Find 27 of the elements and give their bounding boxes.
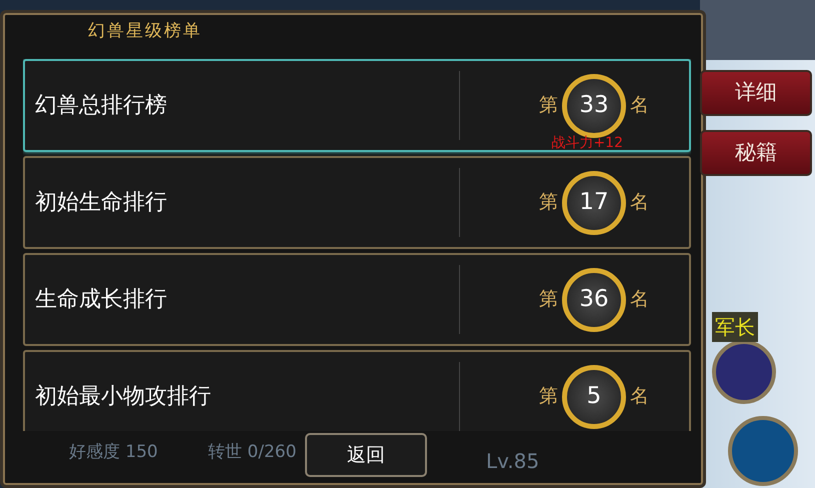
rank-suffix: 名 xyxy=(630,384,649,410)
rank-medal: 17 xyxy=(562,170,626,234)
rank-prefix: 第 xyxy=(539,287,558,312)
ranking-row[interactable]: 幻兽总排行榜 第 33 名 战斗力+12 xyxy=(23,59,691,152)
rank-suffix: 名 xyxy=(630,93,649,118)
ranking-label: 生命成长排行 xyxy=(34,286,168,314)
affection-text: 好感度 150 xyxy=(69,441,158,464)
banner-text: 军长 xyxy=(712,312,758,342)
rank-suffix: 名 xyxy=(630,287,649,312)
rank-suffix: 名 xyxy=(630,190,649,216)
ranking-row[interactable]: 初始生命排行 第 17 名 xyxy=(23,156,691,249)
level-text: Lv.85 xyxy=(486,448,540,475)
ranking-label: 初始最小物攻排行 xyxy=(34,383,212,411)
ranking-row[interactable]: 初始最小物攻排行 第 5 名 xyxy=(23,350,691,431)
rebirth-text: 转世 0/260 xyxy=(208,441,296,464)
rank-medal: 36 xyxy=(562,268,626,332)
rank-prefix: 第 xyxy=(539,190,558,216)
details-button[interactable]: 详细 xyxy=(700,70,812,116)
rank-medal: 5 xyxy=(562,364,626,428)
secrets-button[interactable]: 秘籍 xyxy=(700,130,812,176)
ranking-label: 幻兽总排行榜 xyxy=(34,92,168,120)
back-button[interactable]: 返回 xyxy=(305,433,427,477)
ranking-label: 初始生命排行 xyxy=(34,189,168,217)
ranking-row[interactable]: 生命成长排行 第 36 名 xyxy=(23,253,691,346)
rank-prefix: 第 xyxy=(539,93,558,118)
dialog-title: 幻兽星级榜单 xyxy=(88,20,202,43)
rank-prefix: 第 xyxy=(539,384,558,410)
